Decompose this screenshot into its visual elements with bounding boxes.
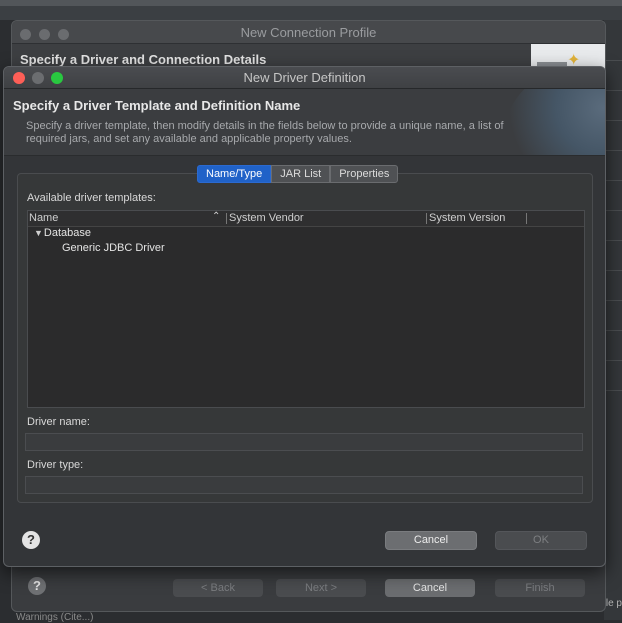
- tree-column-header: Name ⌃ System Vendor System Version: [28, 211, 584, 227]
- back-help-icon[interactable]: ?: [28, 577, 46, 595]
- app-right-text: le p: [605, 598, 622, 609]
- dialog-titlebar: New Driver Definition: [4, 67, 605, 89]
- help-icon[interactable]: ?: [22, 531, 40, 549]
- back-button[interactable]: < Back: [173, 579, 263, 597]
- sort-ascending-icon: ⌃: [212, 211, 221, 222]
- tab-jar-list[interactable]: JAR List: [271, 165, 331, 183]
- dialog-title: New Driver Definition: [243, 70, 366, 85]
- tab-properties[interactable]: Properties: [330, 165, 399, 183]
- driver-templates-tree[interactable]: Name ⌃ System Vendor System Version ▼Dat…: [27, 210, 585, 408]
- templates-label: Available driver templates:: [27, 192, 156, 204]
- tree-node-label: Database: [43, 227, 92, 239]
- column-name[interactable]: Name: [29, 212, 58, 224]
- finish-button[interactable]: Finish: [495, 579, 585, 597]
- ok-button[interactable]: OK: [495, 531, 587, 550]
- driver-name-field[interactable]: [25, 433, 583, 451]
- app-right-panel: [604, 20, 622, 620]
- tab-name-type[interactable]: Name/Type: [197, 165, 272, 183]
- next-button[interactable]: Next >: [276, 579, 366, 597]
- new-driver-definition-dialog: New Driver Definition Specify a Driver T…: [3, 66, 606, 567]
- column-system-vendor[interactable]: System Vendor: [229, 212, 304, 224]
- back-dialog-title: New Connection Profile: [240, 25, 377, 40]
- name-type-panel: Available driver templates: Name ⌃ Syste…: [17, 173, 593, 503]
- dialog-heading: Specify a Driver Template and Definition…: [13, 98, 301, 113]
- back-dialog-heading: Specify a Driver and Connection Details: [20, 52, 267, 67]
- column-system-version[interactable]: System Version: [429, 212, 505, 224]
- dialog-header: Specify a Driver Template and Definition…: [4, 89, 605, 156]
- tab-bar: Name/Type JAR List Properties: [197, 165, 399, 183]
- expand-triangle-icon[interactable]: ▼: [34, 228, 43, 238]
- driver-name-label: Driver name:: [27, 416, 90, 428]
- driver-type-label: Driver type:: [27, 459, 84, 471]
- back-cancel-button[interactable]: Cancel: [385, 579, 475, 597]
- tree-node-generic-jdbc-driver[interactable]: Generic JDBC Driver: [62, 242, 165, 254]
- cancel-button[interactable]: Cancel: [385, 531, 477, 550]
- tree-node-database[interactable]: ▼Database: [34, 227, 91, 239]
- back-dialog-titlebar: New Connection Profile: [12, 21, 605, 44]
- dialog-description: Specify a driver template, then modify d…: [26, 120, 504, 145]
- driver-type-field[interactable]: [25, 476, 583, 494]
- app-top-strip: [0, 0, 622, 6]
- app-status-text: Warnings (Cite...): [16, 612, 94, 623]
